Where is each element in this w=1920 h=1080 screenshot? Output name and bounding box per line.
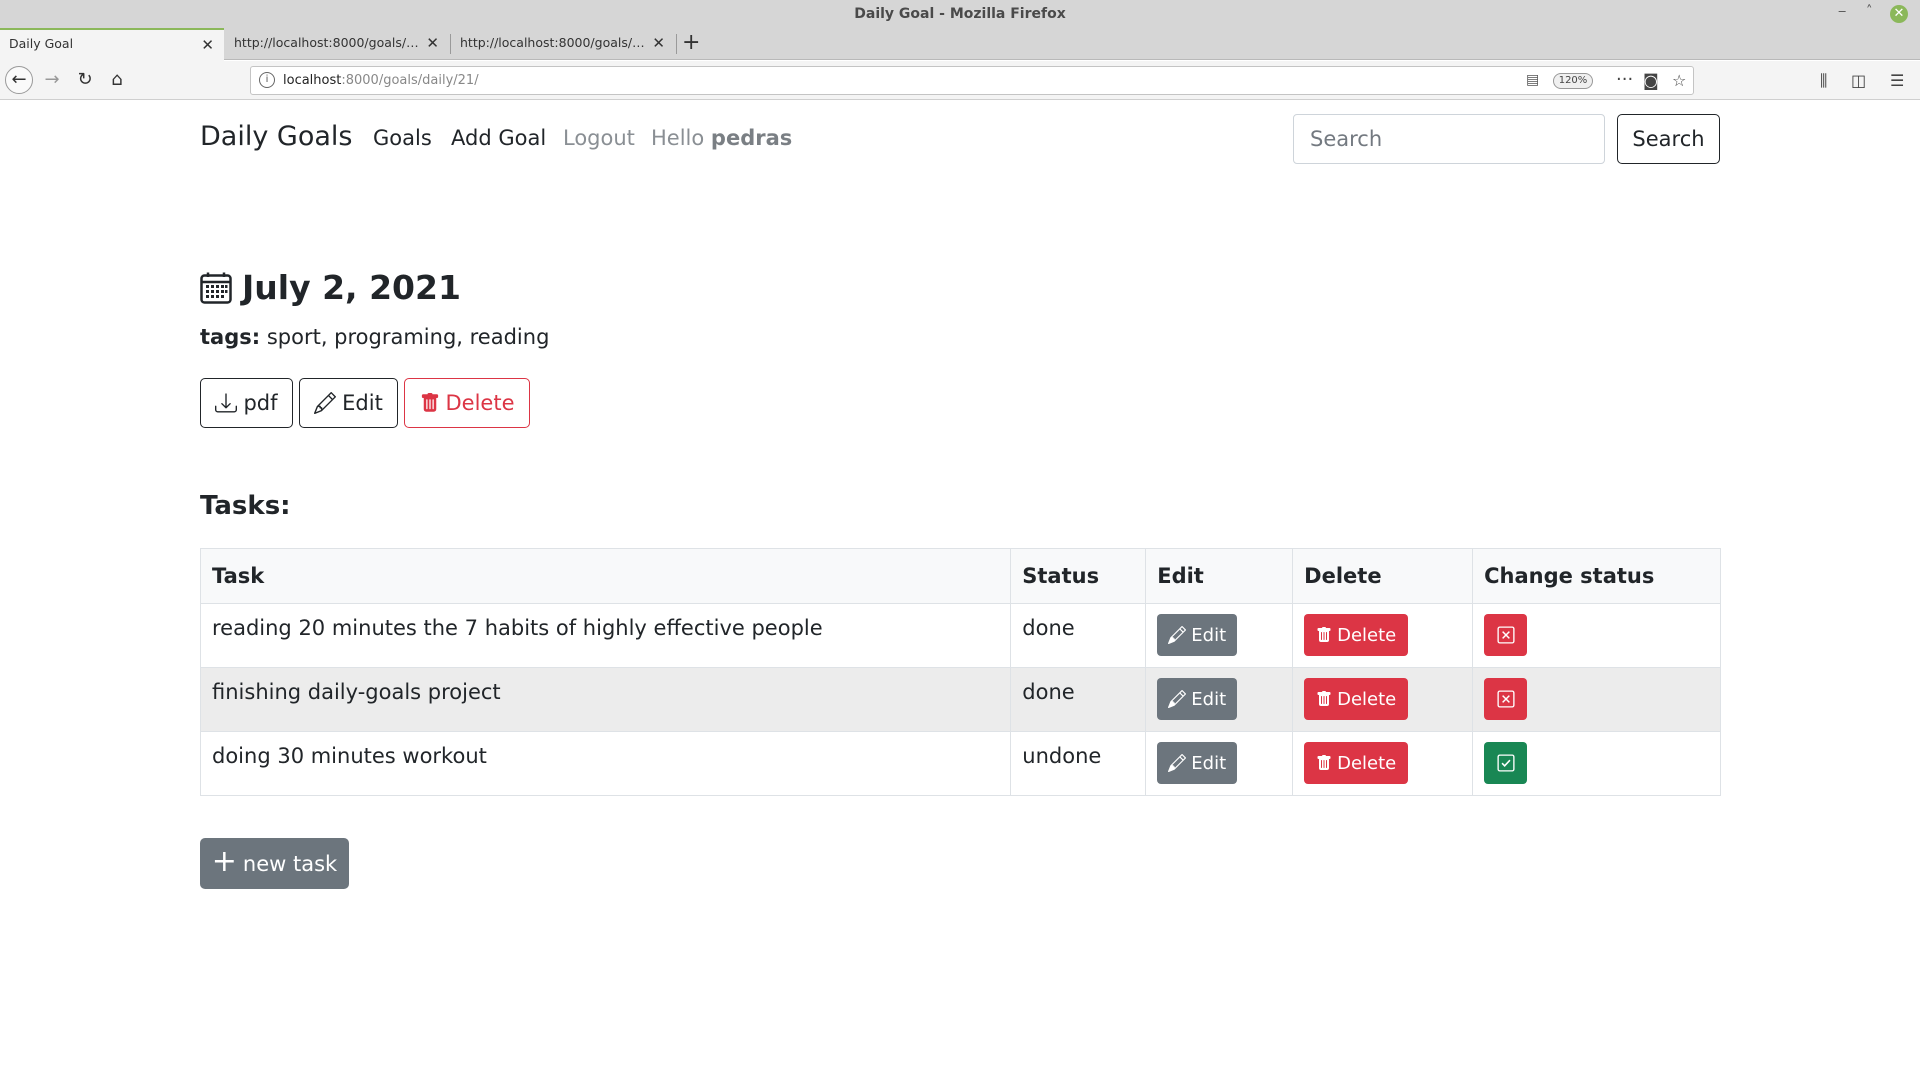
search-button[interactable]: Search — [1617, 114, 1720, 164]
trash-icon — [1317, 755, 1331, 770]
reader-view-icon[interactable]: ▤ — [1526, 72, 1539, 88]
tasks-table: Task Status Edit Delete Change status re… — [199, 548, 1721, 796]
task-name: reading 20 minutes the 7 habits of highl… — [199, 603, 1012, 668]
mark-undone-button[interactable] — [1484, 614, 1528, 656]
tasks-heading: Tasks: — [200, 491, 291, 521]
task-status: done — [1010, 667, 1147, 732]
edit-task-button[interactable]: Edit — [1157, 678, 1238, 720]
task-status: done — [1010, 603, 1147, 668]
goal-date-heading: July 2, 2021 — [200, 268, 461, 307]
browser-tab[interactable]: http://localhost:8000/goals/daily/ ✕ — [225, 28, 449, 60]
pencil-icon — [1168, 626, 1187, 644]
goal-tags: tags: sport, programing, reading — [200, 325, 549, 349]
tags-label: tags: — [200, 325, 261, 349]
delete-goal-button[interactable]: Delete — [404, 378, 530, 428]
site-navbar: Daily Goals Goals Add Goal Logout Hello … — [200, 113, 1720, 165]
delete-task-button[interactable]: Delete — [1304, 678, 1409, 720]
tab-close-icon[interactable]: ✕ — [652, 34, 665, 52]
tab-separator — [676, 34, 677, 54]
download-icon — [215, 393, 238, 413]
nav-logout-link[interactable]: Logout — [563, 126, 635, 150]
column-header-delete: Delete — [1292, 548, 1474, 604]
mark-undone-button[interactable] — [1484, 678, 1528, 720]
delete-task-button[interactable]: Delete — [1304, 614, 1409, 656]
trash-icon — [421, 393, 438, 412]
edit-goal-button[interactable]: Edit — [299, 378, 398, 428]
back-arrow-icon[interactable]: ← — [5, 66, 33, 94]
tab-label: http://localhost:8000/goals/daily/ — [234, 35, 424, 50]
forward-arrow-icon[interactable]: → — [38, 66, 66, 94]
task-name: doing 30 minutes workout — [199, 731, 1012, 796]
url-text[interactable]: localhost:8000/goals/daily/21/ — [283, 73, 479, 88]
tab-close-icon[interactable]: ✕ — [426, 34, 439, 52]
page-content: Daily Goals Goals Add Goal Logout Hello … — [0, 101, 1920, 1080]
table-row: doing 30 minutes workout undone Edit Del… — [199, 731, 1721, 796]
pocket-icon[interactable]: ◙ — [1643, 71, 1659, 90]
user-greeting: Hello pedras — [651, 126, 793, 150]
task-name: finishing daily-goals project — [199, 667, 1012, 732]
tab-label: http://localhost:8000/goals/daily/ — [460, 35, 650, 50]
mark-done-button[interactable] — [1484, 742, 1528, 784]
library-icon[interactable]: ⫼ — [1820, 71, 1827, 91]
home-icon[interactable]: ⌂ — [103, 66, 131, 94]
close-window-icon[interactable]: ✕ — [1890, 5, 1908, 23]
delete-task-button[interactable]: Delete — [1304, 742, 1409, 784]
trash-icon — [1317, 627, 1331, 642]
tab-strip: Daily Goal ✕ http://localhost:8000/goals… — [0, 28, 1920, 61]
table-row: reading 20 minutes the 7 habits of highl… — [199, 603, 1721, 668]
pencil-icon — [1168, 754, 1187, 772]
url-bar[interactable]: i localhost:8000/goals/daily/21/ ▤ 120% — [250, 66, 1694, 95]
tab-close-icon[interactable]: ✕ — [201, 36, 214, 54]
check-square-icon — [1497, 754, 1515, 772]
search-input[interactable] — [1293, 114, 1605, 164]
column-header-task: Task — [199, 548, 1012, 604]
edit-task-button[interactable]: Edit — [1157, 742, 1238, 784]
menu-hamburger-icon[interactable]: ☰ — [1890, 71, 1904, 90]
reload-icon[interactable]: ↻ — [71, 66, 99, 94]
zoom-indicator[interactable]: 120% — [1553, 73, 1593, 89]
x-square-icon — [1497, 690, 1515, 708]
tab-label: Daily Goal — [9, 36, 74, 51]
task-status: undone — [1010, 731, 1147, 796]
new-tab-icon[interactable]: + — [682, 30, 700, 55]
pencil-icon — [1168, 690, 1187, 708]
column-header-status: Status — [1010, 548, 1147, 604]
bookmark-star-icon[interactable]: ☆ — [1672, 71, 1686, 90]
table-header-row: Task Status Edit Delete Change status — [199, 548, 1721, 604]
plus-icon: + — [211, 844, 237, 879]
browser-toolbar: ← → ↻ ⌂ i localhost:8000/goals/daily/21/… — [0, 61, 1920, 100]
goal-date: July 2, 2021 — [242, 268, 461, 307]
x-square-icon — [1497, 626, 1515, 644]
nav-add-goal-link[interactable]: Add Goal — [451, 126, 546, 150]
edit-task-button[interactable]: Edit — [1157, 614, 1238, 656]
new-task-button[interactable]: + new task — [200, 838, 349, 889]
page-actions-icon[interactable]: ··· — [1616, 69, 1633, 90]
column-header-change-status: Change status — [1472, 548, 1721, 604]
tags-value: sport, programing, reading — [266, 325, 550, 349]
sidebar-icon[interactable]: ◫ — [1851, 71, 1866, 90]
site-info-icon[interactable]: i — [259, 72, 275, 88]
minimize-icon[interactable]: ‒ — [1838, 4, 1846, 19]
maximize-icon[interactable]: ˄ — [1866, 4, 1873, 19]
browser-tab[interactable]: http://localhost:8000/goals/daily/ ✕ — [451, 28, 675, 60]
window-title: Daily Goal - Mozilla Firefox — [854, 6, 1066, 22]
download-pdf-button[interactable]: pdf — [200, 378, 293, 428]
browser-tab-active[interactable]: Daily Goal ✕ — [0, 28, 224, 61]
pencil-icon — [314, 392, 337, 414]
nav-goals-link[interactable]: Goals — [373, 126, 432, 150]
brand-link[interactable]: Daily Goals — [200, 121, 352, 152]
username: pedras — [710, 126, 793, 150]
table-row: finishing daily-goals project done Edit … — [199, 667, 1721, 732]
calendar-icon — [200, 272, 232, 304]
window-titlebar: Daily Goal - Mozilla Firefox ‒ ˄ ✕ — [0, 0, 1920, 28]
trash-icon — [1317, 691, 1331, 706]
column-header-edit: Edit — [1145, 548, 1294, 604]
